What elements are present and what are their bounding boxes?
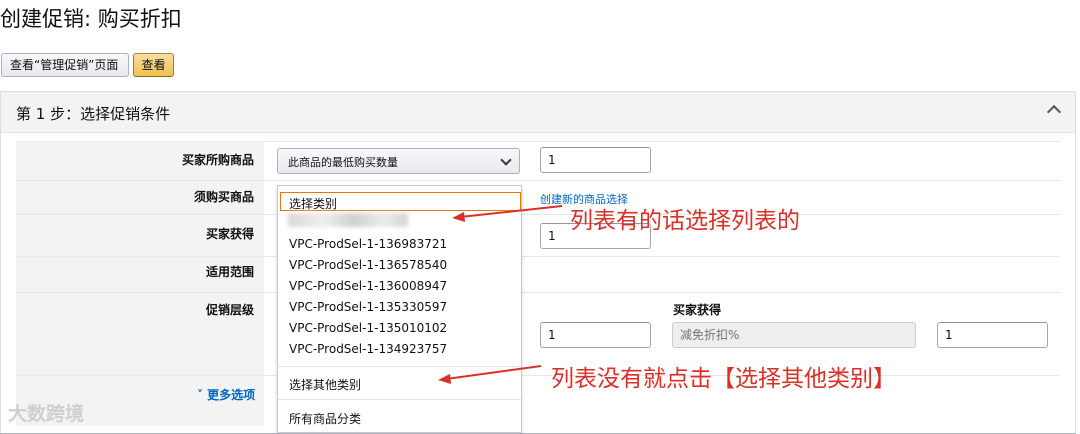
watermark: 大数跨境	[8, 403, 85, 425]
